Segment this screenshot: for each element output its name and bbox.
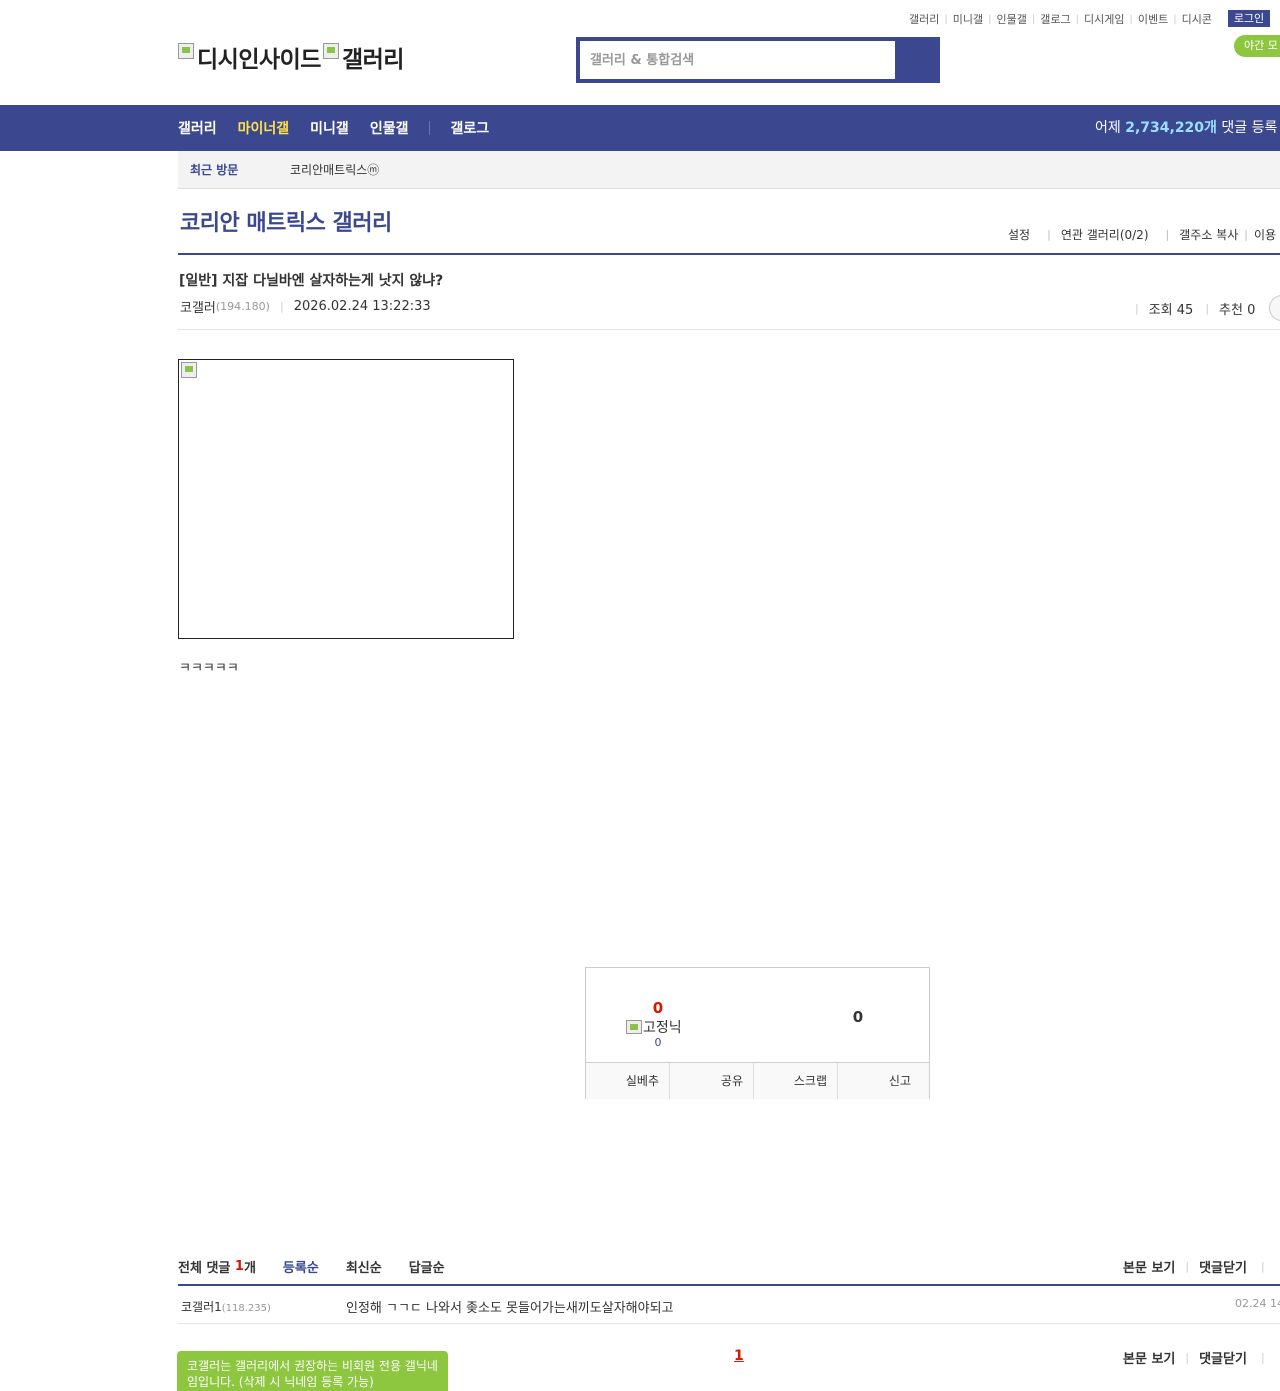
comment-page-1[interactable]: 1 xyxy=(734,1348,744,1364)
top-link-dccon[interactable]: 디시콘 xyxy=(1177,11,1217,27)
copy-gallery-url-link[interactable]: 갤주소 복사 xyxy=(1179,226,1238,243)
post-date: 2026.02.24 13:22:33 xyxy=(293,299,431,314)
comment-ip: (118.235) xyxy=(221,1303,271,1314)
close-comments-link[interactable]: 댓글닫기 xyxy=(1199,1257,1247,1276)
best-recommend-button[interactable]: 실베추 xyxy=(586,1063,670,1099)
yesterday-prefix: 어제 xyxy=(1095,120,1121,136)
downvote-count[interactable]: 0 xyxy=(848,1008,868,1026)
comments-count: 1 xyxy=(234,1259,244,1274)
search-field-wrap xyxy=(580,41,895,79)
comments-header: 전체 댓글 1개 등록순 최신순 답글순 xyxy=(178,1257,445,1276)
logo-gallery: 갤러리 xyxy=(341,47,404,73)
post-header-divider xyxy=(178,329,1280,330)
comment-row-divider xyxy=(178,1323,1280,1324)
separator: | xyxy=(1205,302,1210,315)
gallery-title-divider xyxy=(178,253,1280,255)
top-utility-links: 갤러리 | 미니갤 | 인물갤 | 갤로그 | 디시게임 | 이벤트 | 디시콘 xyxy=(904,11,1217,27)
post-recommend: 추천 0 xyxy=(1219,303,1256,318)
search-box xyxy=(576,37,940,83)
separator: | xyxy=(1047,228,1051,241)
related-gallery-link[interactable]: 연관 갤러리(0/2) xyxy=(1061,226,1149,243)
separator: | xyxy=(1260,1351,1265,1364)
sort-by-replies[interactable]: 답글순 xyxy=(409,1257,445,1276)
post-meta: 코갤러 (194.180) | 2026.02.24 13:22:33 xyxy=(180,297,431,316)
upvote-count[interactable]: 0 xyxy=(648,999,668,1017)
yesterday-suffix: 댓글 등록 xyxy=(1221,120,1278,136)
nav-item-minorgal[interactable]: 마이너갤 xyxy=(238,118,290,138)
fixed-nick-upvote[interactable]: 고정닉 xyxy=(626,1017,682,1037)
post-image[interactable] xyxy=(178,359,514,639)
comment-author[interactable]: 코갤러1(118.235) xyxy=(181,1298,271,1315)
bottom-links: 본문 보기 | 댓글닫기 | xyxy=(1123,1348,1275,1367)
top-link-event[interactable]: 이벤트 xyxy=(1133,11,1173,27)
nav-item-gallery[interactable]: 갤러리 xyxy=(178,118,217,138)
recent-visit-bar: 최근 방문 코리안매트릭스ⓜ xyxy=(178,151,1280,189)
guest-nick-tooltip: 코갤러는 갤러리에서 권장하는 비회원 전용 갤닉네임입니다. (삭제 시 닉네… xyxy=(177,1351,448,1391)
yesterday-comment-stat: 어제 2,734,220개 댓글 등록 xyxy=(1095,105,1277,151)
search-input[interactable] xyxy=(580,41,895,79)
site-logo[interactable]: 디시인사이드 갤러리 xyxy=(178,40,404,74)
close-comments-link-bottom[interactable]: 댓글닫기 xyxy=(1199,1348,1247,1367)
post-author-ip: (194.180) xyxy=(215,300,270,313)
view-post-link-bottom[interactable]: 본문 보기 xyxy=(1123,1348,1175,1367)
more-options-button[interactable] xyxy=(1269,295,1280,321)
recent-visit-item[interactable]: 코리안매트릭스ⓜ xyxy=(290,151,379,189)
search-button[interactable] xyxy=(895,37,940,83)
sort-by-latest[interactable]: 최신순 xyxy=(346,1257,382,1276)
fixed-nick-label: 고정닉 xyxy=(643,1020,682,1036)
comment-nick: 코갤러1 xyxy=(181,1300,222,1314)
comment-text: 인정해 ㄱㄱㄷ 나와서 좆소도 못들어가는새끼도살자해야되고 xyxy=(346,1301,674,1316)
fixed-nick-count: 0 xyxy=(654,1036,662,1049)
separator: | xyxy=(1244,228,1248,241)
nav-item-persongal[interactable]: 인물갤 xyxy=(370,118,409,138)
top-link-dcgame[interactable]: 디시게임 xyxy=(1079,11,1129,27)
login-button[interactable]: 로그인 xyxy=(1228,10,1270,27)
main-nav: 갤러리 마이너갤 미니갤 인물갤 갤로그 xyxy=(178,105,510,151)
night-mode-button[interactable]: 야간 모 xyxy=(1234,35,1280,57)
separator: | xyxy=(1165,228,1170,241)
separator: | xyxy=(1135,302,1139,315)
broken-image-icon xyxy=(181,362,197,378)
gallery-settings-link[interactable]: 설정 xyxy=(1008,226,1030,243)
nav-item-gallog[interactable]: 갤로그 xyxy=(450,118,489,138)
separator: | xyxy=(1185,1260,1190,1273)
vote-box: 0 고정닉 0 0 실베추 공유 스크랩 신고 xyxy=(585,967,930,1099)
top-link-gallery[interactable]: 갤러리 xyxy=(904,11,944,27)
top-link-minigal[interactable]: 미니갤 xyxy=(948,11,988,27)
share-button[interactable]: 공유 xyxy=(670,1063,754,1099)
comment-date: 02.24 14 xyxy=(1235,1297,1280,1310)
post-title: [일반] 지잡 다닐바엔 살자하는게 낫지 않냐? xyxy=(179,273,444,289)
logo-dcinside: 디시인사이드 xyxy=(197,47,321,73)
nav-divider xyxy=(429,121,431,135)
comments-header-links: 본문 보기 | 댓글닫기 | xyxy=(1123,1257,1275,1276)
nav-item-minigal[interactable]: 미니갤 xyxy=(310,118,349,138)
yesterday-count: 2,734,220개 xyxy=(1125,120,1217,136)
post-author[interactable]: 코갤러 xyxy=(180,297,216,316)
scrap-button[interactable]: 스크랩 xyxy=(754,1063,838,1099)
comments-unit: 개 xyxy=(243,1261,256,1276)
post-views: 조회 45 xyxy=(1148,303,1194,318)
report-button[interactable]: 신고 xyxy=(838,1063,929,1099)
gallery-title[interactable]: 코리안 매트릭스 갤러리 xyxy=(180,205,392,237)
post-body-text: ㅋㅋㅋㅋㅋ xyxy=(179,661,239,671)
gallery-menu: 설정 | 연관 갤러리(0/2) | 갤주소 복사 | 이용 xyxy=(1008,226,1276,243)
top-link-gallog[interactable]: 갤로그 xyxy=(1035,11,1075,27)
main-nav-bar: 갤러리 마이너갤 미니갤 인물갤 갤로그 어제 2,734,220개 댓글 등록 xyxy=(0,105,1280,151)
post-stats: | 조회 45 | 추천 0 xyxy=(1135,299,1267,318)
top-link-persongal[interactable]: 인물갤 xyxy=(992,11,1032,27)
comments-divider xyxy=(178,1284,1280,1286)
recent-visit-title[interactable]: 최근 방문 xyxy=(190,151,238,189)
broken-image-icon xyxy=(322,43,339,59)
separator: | xyxy=(1185,1351,1190,1364)
vote-actions: 실베추 공유 스크랩 신고 xyxy=(586,1062,929,1099)
sort-by-registered[interactable]: 등록순 xyxy=(283,1257,319,1276)
view-post-link[interactable]: 본문 보기 xyxy=(1123,1257,1175,1276)
broken-image-icon xyxy=(178,43,194,59)
comments-label: 전체 댓글 xyxy=(178,1261,231,1276)
gallery-usage-link[interactable]: 이용 xyxy=(1254,226,1276,243)
broken-image-icon xyxy=(626,1020,642,1034)
separator: | xyxy=(1260,1260,1265,1273)
separator: | xyxy=(279,300,284,313)
